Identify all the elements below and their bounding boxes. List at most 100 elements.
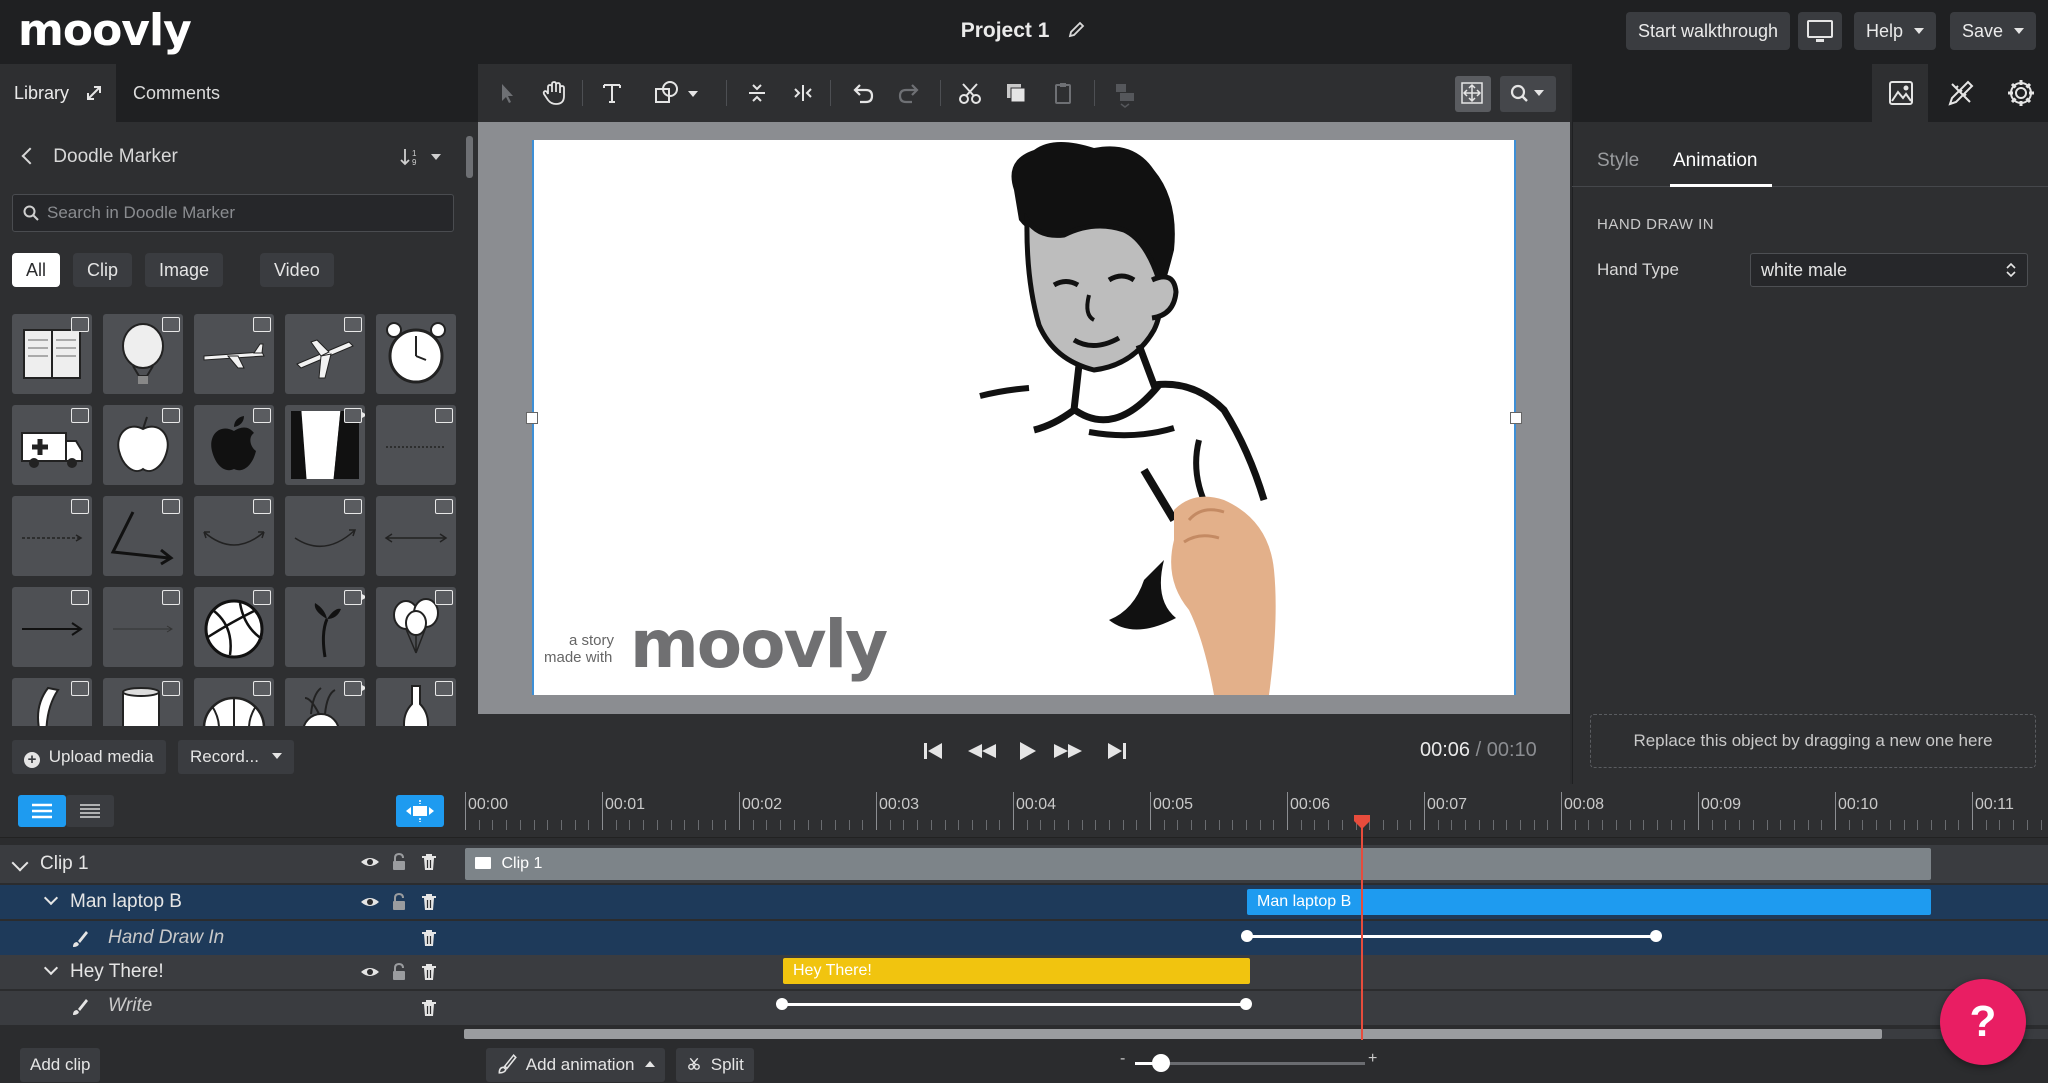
resize-handle-right[interactable]	[1510, 412, 1522, 424]
lock-icon[interactable]	[389, 962, 409, 982]
trash-icon[interactable]	[419, 962, 439, 982]
filter-all[interactable]: All	[12, 253, 61, 287]
keyframe-end[interactable]	[1240, 998, 1252, 1010]
asset-black-panel[interactable]	[285, 405, 365, 485]
copy-button[interactable]	[999, 76, 1033, 110]
add-animation-button[interactable]: Add animation	[486, 1048, 666, 1082]
asset-banana[interactable]	[12, 678, 92, 726]
library-scrollbar[interactable]	[466, 136, 473, 178]
asset-apple[interactable]	[103, 405, 183, 485]
timeline-row-hand-draw-in[interactable]	[0, 921, 2048, 955]
lock-icon[interactable]	[389, 852, 409, 872]
tab-comments[interactable]: Comments	[133, 64, 220, 122]
paste-button[interactable]	[1046, 76, 1080, 110]
asset-curved-arrow[interactable]	[194, 496, 274, 576]
category-breadcrumb[interactable]: Doodle Marker	[20, 140, 178, 174]
help-fab-button[interactable]: ?	[1940, 979, 2026, 1065]
filter-video[interactable]: Video	[260, 253, 334, 287]
clip-track-bar[interactable]: Clip 1	[465, 848, 1931, 880]
zoom-dropdown-button[interactable]	[1500, 76, 1556, 112]
play-button[interactable]	[1012, 736, 1042, 766]
skip-to-start-button[interactable]	[918, 736, 948, 766]
playhead-handle[interactable]	[1352, 815, 1372, 831]
man-laptop-track-bar[interactable]: Man laptop B	[1247, 889, 1931, 915]
asset-beet[interactable]	[285, 678, 365, 726]
asset-airplane-2[interactable]	[285, 314, 365, 394]
sort-dropdown[interactable]: 19	[400, 140, 442, 174]
arrange-button[interactable]	[1108, 76, 1142, 110]
visibility-eye-icon[interactable]	[360, 962, 380, 982]
align-horizontal-button[interactable]	[786, 76, 820, 110]
timeline-row-write[interactable]	[0, 991, 2048, 1025]
keyframe-start[interactable]	[776, 998, 788, 1010]
trash-icon[interactable]	[419, 928, 439, 948]
timeline-scrollbar[interactable]	[464, 1029, 1882, 1039]
edit-title-icon[interactable]	[1067, 2, 1087, 38]
start-walkthrough-button[interactable]: Start walkthrough	[1626, 12, 1791, 50]
object-properties-button[interactable]	[1884, 76, 1918, 110]
upload-media-button[interactable]: + Upload media	[12, 740, 166, 774]
asset-arrow-right[interactable]	[12, 587, 92, 667]
design-tools-button[interactable]	[1944, 76, 1978, 110]
library-search-input[interactable]	[12, 194, 454, 232]
asset-apple-logo[interactable]	[194, 405, 274, 485]
lock-icon[interactable]	[389, 892, 409, 912]
undo-button[interactable]	[846, 76, 880, 110]
text-tool-button[interactable]	[595, 76, 629, 110]
settings-button[interactable]	[2004, 76, 2038, 110]
playhead[interactable]	[1361, 820, 1364, 1040]
filter-image[interactable]: Image	[145, 253, 224, 287]
tab-animation[interactable]: Animation	[1673, 146, 1758, 176]
preview-monitor-button[interactable]	[1798, 12, 1842, 50]
align-vertical-button[interactable]	[740, 76, 774, 110]
asset-curved-arrow-2[interactable]	[285, 496, 365, 576]
keyframe-start[interactable]	[1241, 930, 1253, 942]
filter-clip[interactable]: Clip	[73, 253, 133, 287]
asset-can[interactable]	[103, 678, 183, 726]
visibility-eye-icon[interactable]	[360, 852, 380, 872]
hand-draw-in-duration[interactable]	[1247, 935, 1657, 938]
zoom-out-button[interactable]: -	[1120, 1050, 1125, 1068]
asset-dotted-line[interactable]	[376, 405, 456, 485]
asset-notebook[interactable]	[12, 314, 92, 394]
asset-balloons[interactable]	[376, 587, 456, 667]
fit-timeline-button[interactable]	[396, 795, 444, 827]
fit-to-screen-button[interactable]	[1455, 76, 1491, 112]
view-expanded-button[interactable]	[18, 795, 66, 827]
record-dropdown-button[interactable]: Record...	[178, 740, 294, 774]
replace-object-dropzone[interactable]: Replace this object by dragging a new on…	[1590, 714, 2036, 768]
asset-hot-air-balloon[interactable]	[103, 314, 183, 394]
select-tool-button[interactable]	[490, 76, 524, 110]
asset-bottle[interactable]	[376, 678, 456, 726]
trash-icon[interactable]	[419, 852, 439, 872]
asset-thin-arrow[interactable]	[103, 587, 183, 667]
help-menu-button[interactable]: Help	[1854, 12, 1937, 50]
zoom-slider-knob[interactable]	[1152, 1054, 1170, 1072]
time-ruler[interactable]: 00:00 00:01 00:02 00:03 00:04 00:05 00:06 00:07…	[465, 784, 2048, 838]
asset-airplane[interactable]	[194, 314, 274, 394]
hey-there-track-bar[interactable]: Hey There!	[783, 958, 1250, 984]
rewind-button[interactable]	[964, 736, 1000, 766]
trash-icon[interactable]	[419, 892, 439, 912]
hand-tool-button[interactable]	[537, 76, 571, 110]
asset-double-arrow[interactable]	[376, 496, 456, 576]
redo-button[interactable]	[892, 76, 926, 110]
visibility-eye-icon[interactable]	[360, 892, 380, 912]
fast-forward-button[interactable]	[1050, 736, 1086, 766]
tab-style[interactable]: Style	[1597, 146, 1639, 176]
asset-alarm-clock[interactable]	[376, 314, 456, 394]
asset-dashed-arrow[interactable]	[12, 496, 92, 576]
save-menu-button[interactable]: Save	[1950, 12, 2037, 50]
hand-type-select[interactable]: white male	[1750, 253, 2028, 287]
project-title[interactable]: Project 1	[961, 19, 1050, 42]
keyframe-end[interactable]	[1650, 930, 1662, 942]
expand-icon[interactable]	[86, 66, 102, 124]
chevron-left-icon[interactable]	[21, 147, 39, 165]
skip-to-end-button[interactable]	[1102, 736, 1132, 766]
shapes-tool-button[interactable]	[650, 76, 704, 110]
asset-bent-arrow[interactable]	[103, 496, 183, 576]
asset-sprout[interactable]	[285, 587, 365, 667]
man-laptop-illustration[interactable]: a story made with moovly	[534, 140, 1516, 695]
asset-volleyball[interactable]	[194, 587, 274, 667]
view-compact-button[interactable]	[66, 795, 114, 827]
